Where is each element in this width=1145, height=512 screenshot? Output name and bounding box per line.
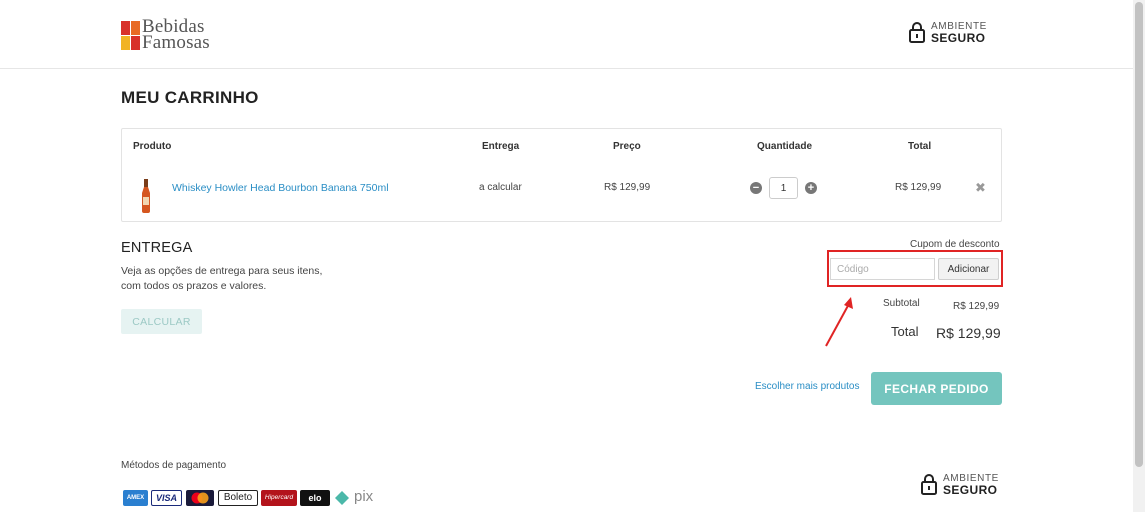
line-total-value: R$ 129,99: [895, 182, 942, 193]
hipercard-icon: Hipercard: [261, 490, 297, 506]
logo-mark-icon: [121, 21, 141, 51]
page-scrollbar[interactable]: [1133, 0, 1145, 512]
product-name-link[interactable]: Whiskey Howler Head Bourbon Banana 750ml: [172, 182, 389, 194]
secure-label-strong: SEGURO: [931, 31, 986, 45]
column-header-total: Total: [908, 141, 932, 152]
column-header-quantity: Quantidade: [757, 141, 813, 152]
delivery-value: a calcular: [479, 182, 522, 193]
minus-icon[interactable]: −: [750, 182, 762, 194]
elo-icon: elo: [300, 490, 330, 506]
site-header: Bebidas Famosas AMBIENTE SEGURO: [0, 0, 1133, 69]
remove-item-icon[interactable]: ✖: [975, 181, 986, 194]
subtotal-label: Subtotal: [883, 298, 920, 309]
checkout-button[interactable]: FECHAR PEDIDO: [871, 372, 1002, 405]
coupon-label: Cupom de desconto: [910, 239, 1000, 250]
total-value: R$ 129,99: [936, 325, 1001, 341]
logo[interactable]: Bebidas Famosas: [121, 16, 231, 53]
boleto-icon: Boleto: [218, 490, 258, 506]
subtotal-value: R$ 129,99: [953, 301, 1000, 312]
column-header-delivery: Entrega: [482, 141, 520, 152]
quantity-input[interactable]: [769, 177, 798, 199]
column-header-price: Preço: [613, 141, 641, 152]
shipping-title: ENTREGA: [121, 240, 193, 256]
coupon-code-input[interactable]: [830, 258, 935, 280]
lock-icon: [921, 474, 937, 495]
add-coupon-button[interactable]: Adicionar: [938, 258, 999, 280]
amex-icon: AMEX: [123, 490, 148, 506]
secure-badge-footer: AMBIENTE SEGURO: [921, 472, 1001, 496]
plus-icon[interactable]: +: [805, 182, 817, 194]
scrollbar-thumb[interactable]: [1135, 2, 1143, 467]
quantity-stepper: − +: [750, 176, 820, 200]
column-header-product: Produto: [133, 141, 172, 152]
visa-icon: VISA: [151, 490, 182, 506]
lock-icon: [909, 22, 925, 43]
payment-methods: AMEX VISA Boleto Hipercard elo pix: [123, 488, 393, 508]
calculate-shipping-button[interactable]: CALCULAR: [121, 309, 202, 334]
payment-methods-label: Métodos de pagamento: [121, 460, 227, 471]
cart-table: Produto Entrega Preço Quantidade Total W…: [121, 128, 1002, 222]
continue-shopping-link[interactable]: Escolher mais produtos: [755, 381, 860, 392]
pix-icon: pix: [333, 490, 387, 506]
logo-text: Bebidas Famosas: [142, 16, 210, 53]
product-thumbnail[interactable]: [139, 179, 153, 213]
total-label: Total: [891, 324, 919, 339]
price-value: R$ 129,99: [604, 182, 651, 193]
mastercard-icon: [186, 490, 214, 506]
shipping-description: Veja as opções de entrega para seus iten…: [121, 265, 323, 292]
page-title: MEU CARRINHO: [121, 88, 259, 107]
secure-label-strong: SEGURO: [943, 483, 998, 497]
secure-badge: AMBIENTE SEGURO: [909, 20, 989, 44]
annotation-arrow-icon: [825, 297, 853, 347]
